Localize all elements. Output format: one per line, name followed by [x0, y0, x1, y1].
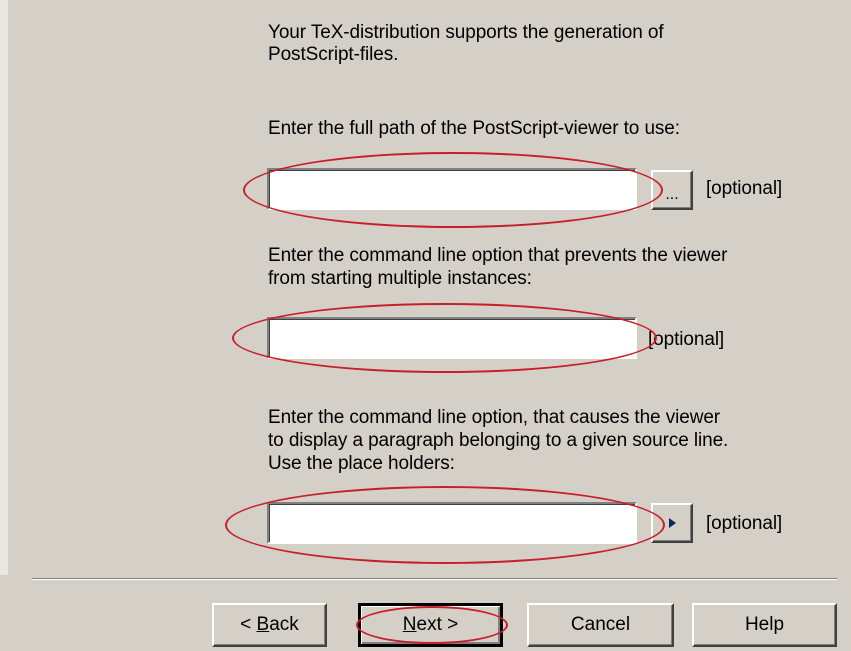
ellipsis-icon: ... [665, 186, 679, 203]
single-instance-optional-label: [optional] [648, 329, 725, 350]
cancel-button[interactable]: Cancel [527, 603, 674, 647]
next-button[interactable]: Next > [358, 603, 503, 647]
viewer-path-input[interactable] [269, 170, 635, 208]
viewer-path-optional-label: [optional] [706, 178, 783, 199]
source-line-label-line3: Use the place holders: [268, 453, 455, 474]
footer-separator-highlight [32, 579, 837, 580]
source-line-field[interactable] [267, 502, 637, 544]
source-line-label-line1: Enter the command line option, that caus… [268, 407, 721, 428]
back-button-accesskey: B [256, 614, 270, 635]
placeholder-menu-button[interactable] [651, 503, 693, 543]
intro-text-line1: Your TeX-distribution supports the gener… [268, 22, 664, 43]
browse-button[interactable]: ... [651, 170, 693, 210]
left-panel-edge [0, 0, 8, 575]
source-line-optional-label: [optional] [706, 513, 783, 534]
viewer-path-field[interactable] [267, 168, 637, 210]
single-instance-input[interactable] [269, 319, 635, 357]
help-button[interactable]: Help [692, 603, 837, 647]
source-line-input[interactable] [269, 504, 635, 542]
next-button-label: ext > [416, 614, 459, 635]
source-line-label-line2: to display a paragraph belonging to a gi… [268, 430, 729, 451]
back-button[interactable]: < Back [212, 603, 327, 647]
viewer-path-label: Enter the full path of the PostScript-vi… [268, 118, 680, 139]
single-instance-field[interactable] [267, 317, 637, 359]
single-instance-label-line2: from starting multiple instances: [268, 268, 532, 289]
right-triangle-icon [669, 518, 676, 528]
back-button-prefix: < [240, 614, 257, 635]
next-button-accesskey: N [402, 614, 417, 635]
intro-text-line2: PostScript-files. [268, 44, 399, 65]
back-button-label: ack [269, 614, 299, 635]
single-instance-label-line1: Enter the command line option that preve… [268, 245, 728, 266]
